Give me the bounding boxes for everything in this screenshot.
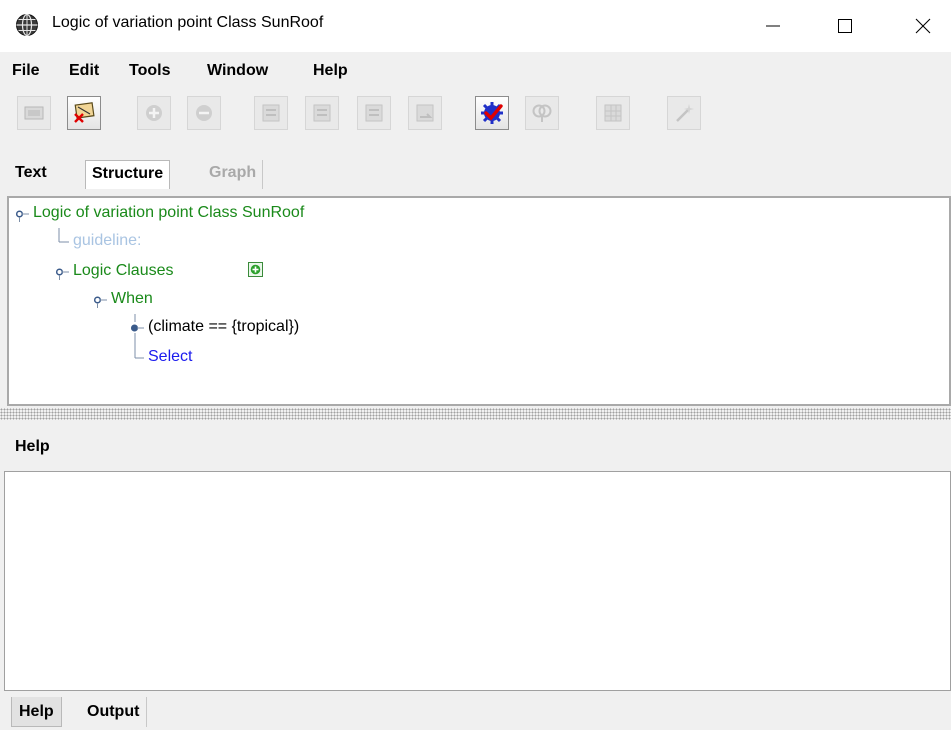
tree-node-logic-clauses[interactable]: Logic Clauses [73,262,174,280]
menu-tools[interactable]: Tools [129,62,170,80]
help-content [4,471,951,691]
minimize-icon [766,25,780,27]
minimize-button[interactable] [746,0,800,52]
tree-node-when[interactable]: When [111,290,153,308]
find-button[interactable] [525,96,559,130]
menu-file[interactable]: File [12,62,40,80]
menu-bar: File Edit Tools Window Help [0,58,951,84]
tab-help[interactable]: Help [11,697,62,727]
check-button[interactable] [475,96,509,130]
remove-button[interactable] [187,96,221,130]
help-panel-title: Help [15,438,50,455]
move-down-button[interactable] [305,96,339,130]
move-up-icon [262,104,280,122]
wizard-icon [676,104,694,122]
title-bar: Logic of variation point Class SunRoof [0,0,951,52]
move-up-button[interactable] [254,96,288,130]
remove-icon [196,105,212,121]
table-button[interactable] [596,96,630,130]
close-icon [915,18,931,34]
maximize-button[interactable] [818,0,872,52]
globe-icon [15,13,39,37]
tab-output[interactable]: Output [80,697,148,727]
table-icon [604,104,622,122]
view-button[interactable] [17,96,51,130]
add-clause-button[interactable] [248,262,263,277]
move-right-button[interactable] [408,96,442,130]
maximize-icon [838,19,852,33]
tab-text[interactable]: Text [9,160,53,189]
find-icon [532,104,552,122]
add-icon [250,264,261,275]
add-button[interactable] [137,96,171,130]
tree-node-root[interactable]: Logic of variation point Class SunRoof [33,204,304,222]
check-icon [481,102,503,124]
window-title: Logic of variation point Class SunRoof [52,14,324,31]
structure-tree: Logic of variation point Class SunRoof g… [7,196,951,406]
close-button[interactable] [896,0,950,52]
tree-node-guideline[interactable]: guideline: [73,232,142,250]
move-right-icon [416,104,434,122]
move-down-icon [313,104,331,122]
menu-window[interactable]: Window [207,62,268,80]
delete-logic-button[interactable] [67,96,101,130]
tab-structure[interactable]: Structure [85,160,171,189]
wizard-button[interactable] [667,96,701,130]
tree-node-select[interactable]: Select [148,348,192,366]
tab-graph[interactable]: Graph [203,160,264,189]
menu-edit[interactable]: Edit [69,62,99,80]
delete-logic-icon [74,102,95,123]
tree-node-condition[interactable]: (climate == {tropical}) [148,318,299,336]
view-icon [24,106,44,120]
menu-help[interactable]: Help [313,62,348,80]
move-left-icon [365,104,383,122]
split-pane-divider[interactable] [0,408,951,420]
toolbar [0,92,951,148]
add-icon [146,105,162,121]
move-left-button[interactable] [357,96,391,130]
